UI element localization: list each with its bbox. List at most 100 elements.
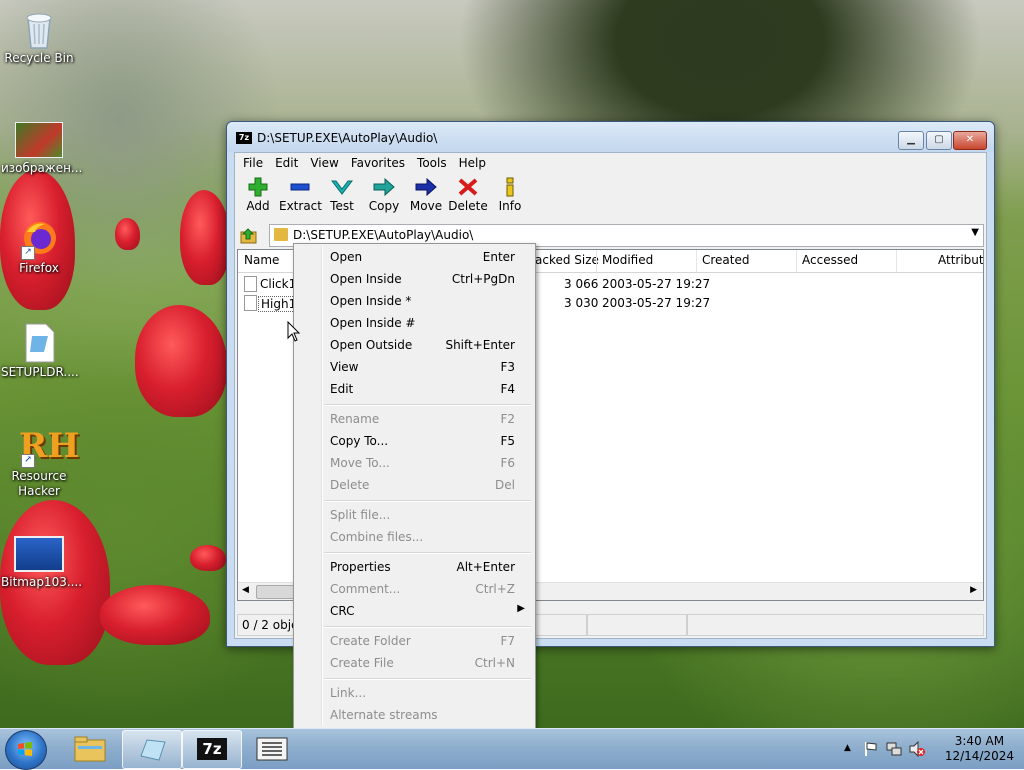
minimize-button[interactable]: ▁ [898,131,924,150]
menu-item-combine-files[interactable]: Combine files... [296,526,533,548]
file-packed-size: 3 030 [564,296,599,310]
volume-muted-icon[interactable] [908,741,926,757]
extract-button[interactable]: Extract [279,173,322,221]
scroll-left-icon[interactable]: ◀ [242,585,249,595]
menu-item-open-inside-hash[interactable]: Open Inside # [296,312,533,334]
wallpaper-tulip [135,305,227,417]
folder-icon [274,228,288,241]
menu-item-properties[interactable]: Properties Alt+Enter [296,556,533,578]
menu-item-label: Copy To... [330,434,389,448]
menu-item-shortcut: Ctrl+PgDn [451,272,515,286]
shortcut-arrow-icon: ↗ [21,246,35,260]
maximize-button[interactable]: ▢ [926,131,952,150]
menu-item-label: Create File [330,656,394,670]
menu-item-shortcut: Alt+Enter [456,560,515,574]
up-folder-button[interactable] [239,226,259,244]
desktop-icon-label: изображен... [1,161,83,175]
menu-item-label: Open Inside * [330,294,412,308]
delete-button[interactable]: Delete [447,173,489,221]
add-button[interactable]: Add [237,173,279,221]
desktop-icon-resource-hacker[interactable]: RH ↗ Resource Hacker [1,426,79,499]
menu-file[interactable]: File [237,154,269,172]
column-divider[interactable] [796,250,797,272]
menu-edit[interactable]: Edit [269,154,304,172]
delete-label: Delete [448,199,488,213]
menu-item-label: Edit [330,382,354,396]
menu-item-shortcut: F3 [500,360,515,374]
window-titlebar[interactable]: 7z D:\SETUP.EXE\AutoPlay\Audio\ ▁ ▢ ✕ [227,122,994,152]
status-cell [587,614,687,636]
folder-icon [74,736,106,762]
menu-item-create-file[interactable]: Create File Ctrl+N [296,652,533,674]
column-created[interactable]: Created [702,253,750,267]
menu-item-edit[interactable]: Edit F4 [296,378,533,400]
menu-item-open-outside[interactable]: Open Outside Shift+Enter [296,334,533,356]
menu-item-shortcut: F7 [500,634,515,648]
menu-view[interactable]: View [304,154,344,172]
delete-icon [457,177,479,197]
show-hidden-icons-icon[interactable]: ▲ [844,743,851,753]
desktop-icon-setupldr[interactable]: SETUPLDR.... [1,322,79,380]
menu-help[interactable]: Help [453,154,492,172]
menu-item-label: Properties [330,560,391,574]
close-button[interactable]: ✕ [953,131,987,150]
column-packed-size[interactable]: acked Size [535,253,599,267]
scroll-right-icon[interactable]: ▶ [970,585,977,595]
column-divider[interactable] [896,250,897,272]
desktop-icon-image[interactable]: изображен... [1,122,83,176]
menu-item-open[interactable]: Open Enter [296,246,533,268]
column-divider[interactable] [596,250,597,272]
desktop-icon-recycle-bin[interactable]: Recycle Bin [1,8,77,66]
menu-item-split-file[interactable]: Split file... [296,504,533,526]
column-modified[interactable]: Modified [602,253,653,267]
firefox-icon: ↗ [19,218,59,260]
menu-item-alternate-streams[interactable]: Alternate streams [296,704,533,726]
desktop-icon-firefox[interactable]: ↗ Firefox [1,218,77,276]
menu-item-view[interactable]: View F3 [296,356,533,378]
taskbar-7zip-button[interactable]: 7z [182,730,242,769]
menu-favorites[interactable]: Favorites [345,154,411,172]
taskbar-app-button[interactable] [242,730,300,767]
test-button[interactable]: Test [321,173,363,221]
system-tray: ▲ 3:40 AM 12/14/2024 [834,729,1024,769]
column-divider[interactable] [696,250,697,272]
menu-item-delete[interactable]: Delete Del [296,474,533,496]
info-button[interactable]: Info [489,173,531,221]
menu-item-open-inside[interactable]: Open Inside Ctrl+PgDn [296,268,533,290]
copy-button[interactable]: Copy [363,173,405,221]
menu-item-shortcut: Ctrl+Z [475,582,515,596]
menu-separator [324,678,531,680]
chevron-down-icon[interactable]: ▼ [971,227,979,238]
menu-item-label: Open Inside [330,272,402,286]
clock-time: 3:40 AM [954,734,1005,748]
network-icon[interactable] [886,741,902,757]
menu-item-comment[interactable]: Comment... Ctrl+Z [296,578,533,600]
menu-item-crc[interactable]: CRC ▶ [296,600,533,622]
menu-item-label: Open [330,250,363,264]
menu-item-rename[interactable]: Rename F2 [296,408,533,430]
menu-item-link[interactable]: Link... [296,682,533,704]
move-button[interactable]: Move [405,173,447,221]
menu-item-copy-to[interactable]: Copy To... F5 [296,430,533,452]
taskbar-notepad-button[interactable] [122,730,182,769]
desktop-icon-bitmap[interactable]: Bitmap103.... [1,536,82,590]
menu-tools[interactable]: Tools [411,154,453,172]
menu-item-label: View [330,360,359,374]
menu-item-move-to[interactable]: Move To... F6 [296,452,533,474]
menu-item-create-folder[interactable]: Create Folder F7 [296,630,533,652]
menu-item-open-inside-star[interactable]: Open Inside * [296,290,533,312]
menu-item-label: Move To... [330,456,390,470]
taskbar-explorer-button[interactable] [62,730,120,767]
start-button[interactable] [5,730,47,770]
column-name[interactable]: Name [244,253,279,267]
column-attributes[interactable]: Attribute [938,253,983,267]
copy-icon [373,177,395,197]
info-label: Info [498,199,522,213]
column-accessed[interactable]: Accessed [802,253,858,267]
action-center-flag-icon[interactable] [864,741,878,757]
menu-separator [324,500,531,502]
wallpaper-tulip [115,218,140,250]
context-menu: Open Enter Open Inside Ctrl+PgDn Open Insi… [293,243,536,729]
clock[interactable]: 3:40 AM 12/14/2024 [945,734,1014,764]
menu-item-label: Link... [330,686,367,700]
